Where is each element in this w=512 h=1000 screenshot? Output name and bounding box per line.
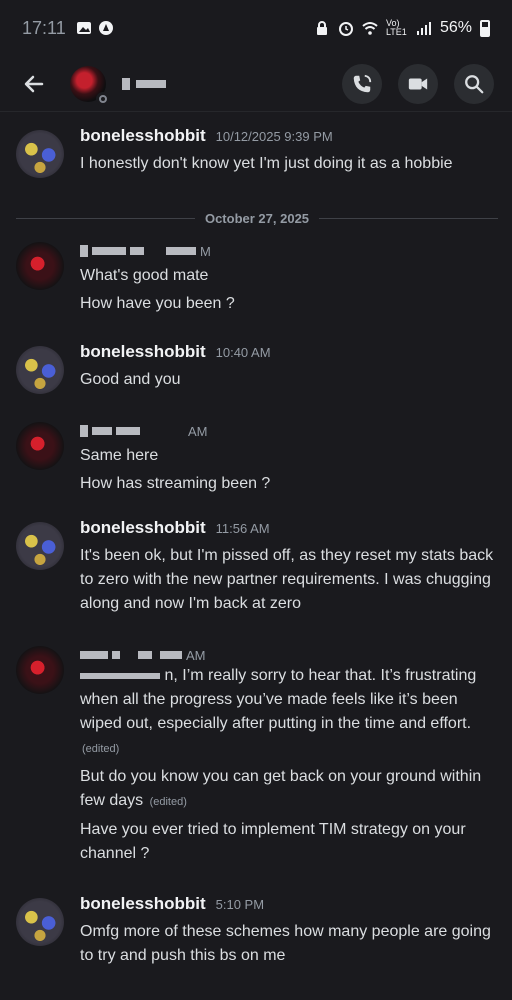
back-button[interactable] — [18, 68, 50, 100]
contact-name-redacted[interactable] — [122, 77, 166, 90]
message-text: Same here — [80, 447, 159, 464]
message-timestamp: M — [200, 243, 211, 259]
user-avatar[interactable] — [16, 422, 64, 470]
wifi-icon — [362, 22, 378, 35]
battery-icon — [480, 19, 490, 37]
message-group[interactable]: bonelesshobbit 10/12/2025 9:39 PM I hone… — [16, 126, 500, 178]
voice-call-button[interactable] — [342, 63, 382, 104]
message-text: I honestly don't know yet I'm just doing… — [80, 155, 453, 172]
user-avatar[interactable] — [16, 646, 64, 694]
message-group[interactable]: AM n, I’m really sorry to hear that. It’… — [16, 642, 500, 866]
edited-label: (edited) — [82, 743, 120, 755]
message-timestamp: 10:40 AM — [215, 345, 271, 360]
date-divider: October 27, 2025 — [16, 208, 498, 228]
message-timestamp: 10/12/2025 9:39 PM — [215, 129, 333, 144]
message-timestamp: 5:10 PM — [215, 897, 265, 912]
signal-icon — [416, 22, 431, 35]
status-time: 17:11 — [22, 17, 66, 38]
message-text: Good and you — [80, 371, 181, 388]
search-icon — [465, 74, 484, 93]
video-call-icon — [408, 78, 428, 89]
redacted-name — [80, 672, 160, 679]
message-text: How has streaming been ? — [80, 475, 271, 492]
gallery-icon — [76, 22, 91, 34]
message-author[interactable]: bonelesshobbit — [80, 894, 206, 914]
lock-icon — [316, 21, 327, 35]
message-timestamp: AM — [186, 647, 206, 663]
message-group[interactable]: bonelesshobbit 10:40 AM Good and you — [16, 342, 500, 394]
message-text: Have you ever tried to implement TIM str… — [80, 821, 466, 862]
message-text: What's good mate — [80, 267, 209, 284]
message-timestamp: 11:56 AM — [215, 521, 270, 536]
message-group[interactable]: bonelesshobbit 11:56 AM It's been ok, bu… — [16, 518, 500, 616]
message-group[interactable]: M What's good mate How have you been ? — [16, 238, 500, 316]
author-redacted[interactable] — [80, 651, 108, 659]
author-redacted[interactable] — [80, 425, 88, 437]
network-label: Vo) LTE1 — [385, 18, 407, 37]
status-indicator — [96, 91, 110, 106]
back-arrow-icon — [24, 75, 44, 92]
app-notification-icon — [98, 21, 113, 35]
message-timestamp: AM — [188, 423, 208, 439]
battery-percent: 56% — [439, 19, 472, 36]
message-author[interactable]: bonelesshobbit — [80, 126, 206, 146]
message-text: But do you know you can get back on your… — [80, 768, 482, 809]
message-author[interactable]: bonelesshobbit — [80, 518, 206, 538]
message-list[interactable]: bonelesshobbit 10/12/2025 9:39 PM I hone… — [0, 112, 512, 1000]
status-bar: 17:11 Vo) LTE1 56% — [0, 0, 512, 56]
message-group[interactable]: bonelesshobbit 5:10 PM Omfg more of thes… — [16, 894, 500, 968]
contact-avatar[interactable] — [70, 65, 110, 106]
message-text: It's been ok, but I'm pissed off, as the… — [80, 547, 494, 612]
user-avatar[interactable] — [16, 522, 64, 570]
author-redacted[interactable] — [80, 245, 88, 257]
search-button[interactable] — [454, 63, 494, 104]
message-author[interactable]: bonelesshobbit — [80, 342, 206, 362]
user-avatar[interactable] — [16, 130, 64, 178]
user-avatar[interactable] — [16, 898, 64, 946]
date-divider-label: October 27, 2025 — [204, 210, 310, 226]
edited-label: (edited) — [149, 796, 187, 808]
video-call-button[interactable] — [398, 63, 438, 104]
alarm-icon — [338, 22, 353, 36]
message-text: Omfg more of these schemes how many peop… — [80, 923, 491, 964]
chat-header — [0, 56, 512, 112]
voice-call-icon — [353, 74, 372, 92]
message-group[interactable]: AM Same here How has streaming been ? — [16, 418, 500, 496]
user-avatar[interactable] — [16, 346, 64, 394]
user-avatar[interactable] — [16, 242, 64, 290]
message-text: How have you been ? — [80, 295, 235, 312]
